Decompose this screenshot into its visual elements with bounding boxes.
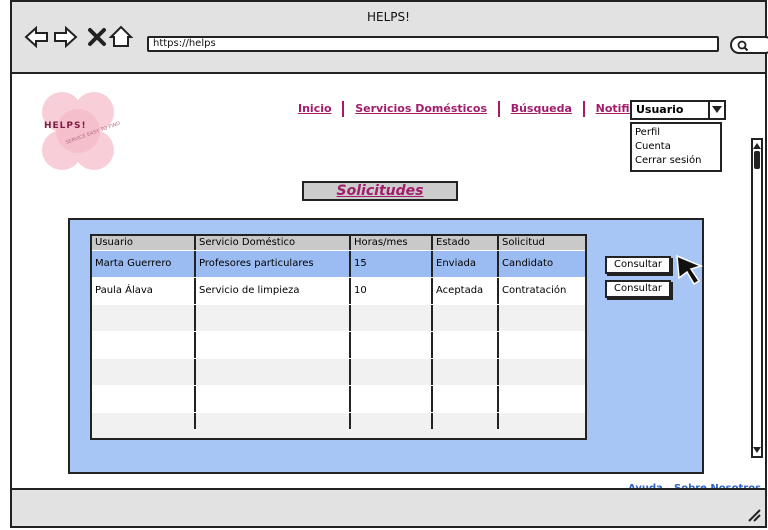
menu-item-perfil[interactable]: Perfil <box>635 126 717 140</box>
scroll-up-icon[interactable] <box>753 142 761 150</box>
vertical-scrollbar[interactable] <box>751 138 763 458</box>
cell-solicitud: Contratación <box>502 285 567 296</box>
cell-usuario: Marta Guerrero <box>92 251 196 277</box>
nav-item-busqueda[interactable]: Búsqueda <box>511 102 572 115</box>
search-field[interactable] <box>730 36 768 54</box>
table-header: Usuario Servicio Doméstico Horas/mes Est… <box>92 236 585 250</box>
column-header-usuario: Usuario <box>92 236 196 250</box>
user-dropdown-label: Usuario <box>636 103 684 116</box>
status-bar <box>12 488 765 526</box>
window-title: HELPS! <box>367 10 410 24</box>
cell-usuario: Paula Álava <box>92 278 196 304</box>
table-row[interactable]: Marta Guerrero Profesores particulares 1… <box>92 250 585 277</box>
nav-separator <box>342 101 345 117</box>
cell-horas: 10 <box>351 278 433 304</box>
column-header-servicio: Servicio Doméstico <box>196 236 351 250</box>
consultar-button[interactable]: Consultar <box>605 256 671 274</box>
close-icon[interactable] <box>84 24 110 50</box>
requests-table: Usuario Servicio Doméstico Horas/mes Est… <box>90 234 587 440</box>
table-row-empty <box>92 331 585 358</box>
table-row-empty <box>92 358 585 385</box>
cell-estado: Aceptada <box>433 278 499 304</box>
consultar-button[interactable]: Consultar <box>605 280 671 298</box>
scroll-down-icon[interactable] <box>753 446 761 454</box>
page-title: Solicitudes <box>302 181 458 201</box>
scrollbar-thumb[interactable] <box>754 151 760 169</box>
address-bar[interactable]: https://helps <box>147 36 719 52</box>
menu-item-cerrar-sesion[interactable]: Cerrar sesión <box>635 154 717 168</box>
nav-separator <box>497 101 500 117</box>
forward-arrow-icon[interactable] <box>52 24 78 50</box>
table-row-empty <box>92 304 585 331</box>
nav-item-inicio[interactable]: Inicio <box>298 102 332 115</box>
user-dropdown[interactable]: Usuario <box>630 100 726 120</box>
chevron-down-icon[interactable] <box>708 102 724 118</box>
cell-servicio: Profesores particulares <box>196 251 351 277</box>
table-row-empty <box>92 412 585 429</box>
column-header-estado: Estado <box>433 236 499 250</box>
cell-solicitud: Candidato <box>502 258 554 269</box>
search-icon <box>737 40 749 52</box>
browser-titlebar: HELPS! https://helps <box>12 2 768 74</box>
requests-panel: Usuario Servicio Doméstico Horas/mes Est… <box>68 218 704 474</box>
column-header-solicitud: Solicitud <box>502 237 545 248</box>
cell-horas: 15 <box>351 251 433 277</box>
table-row-empty <box>92 385 585 412</box>
user-dropdown-menu: Perfil Cuenta Cerrar sesión <box>630 122 722 172</box>
home-icon[interactable] <box>108 24 134 50</box>
menu-item-cuenta[interactable]: Cuenta <box>635 140 717 154</box>
back-arrow-icon[interactable] <box>24 24 50 50</box>
logo[interactable]: HELPS! SERVICE EASY TO FIND <box>32 90 124 178</box>
nav-item-servicios-domesticos[interactable]: Servicios Domésticos <box>355 102 487 115</box>
mouse-cursor-icon <box>676 254 704 286</box>
svg-text:HELPS!: HELPS! <box>44 121 87 131</box>
nav-separator <box>582 101 585 117</box>
page-content: HELPS! SERVICE EASY TO FIND Inicio Servi… <box>12 74 765 494</box>
cell-estado: Enviada <box>433 251 499 277</box>
browser-window: HELPS! https://helps HELPS! SERVICE EASY… <box>10 0 768 528</box>
resize-grip-icon[interactable] <box>747 508 761 522</box>
table-row[interactable]: Paula Álava Servicio de limpieza 10 Acep… <box>92 277 585 304</box>
cell-servicio: Servicio de limpieza <box>196 278 351 304</box>
column-header-horas: Horas/mes <box>351 236 433 250</box>
